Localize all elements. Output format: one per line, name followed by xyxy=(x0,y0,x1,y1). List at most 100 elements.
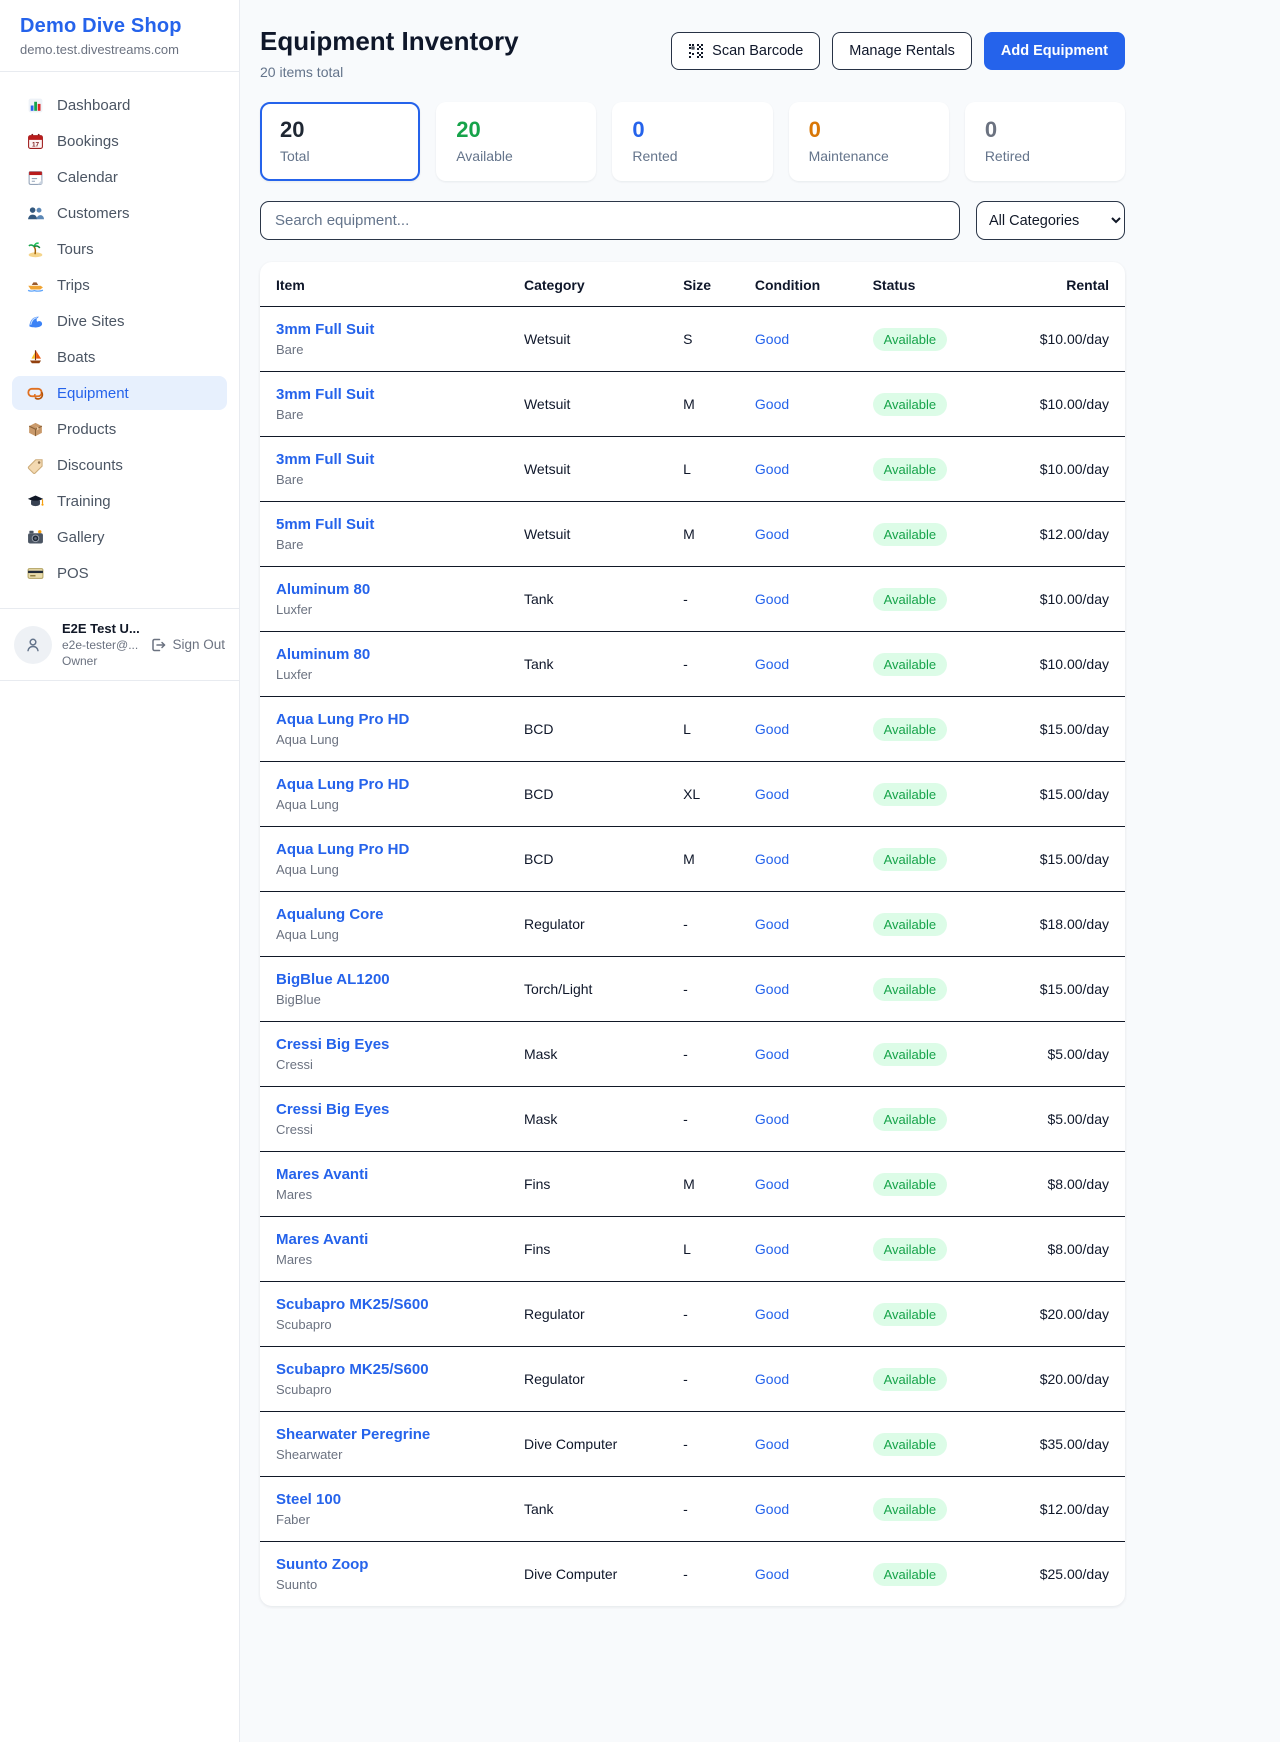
condition-link[interactable]: Good xyxy=(755,396,789,412)
item-name-link[interactable]: Scubapro MK25/S600 xyxy=(276,1361,492,1378)
sidebar-item-gallery[interactable]: Gallery xyxy=(12,520,227,554)
sidebar-item-dashboard[interactable]: Dashboard xyxy=(12,88,227,122)
manage-rentals-button[interactable]: Manage Rentals xyxy=(832,32,972,70)
sidebar: Demo Dive Shop demo.test.divestreams.com… xyxy=(0,0,240,1742)
status-cell: Available xyxy=(857,437,1024,502)
condition-link[interactable]: Good xyxy=(755,916,789,932)
sidebar-nav: Dashboard 17 Bookings Calendar Customers… xyxy=(0,72,239,602)
item-cell: Aluminum 80 Luxfer xyxy=(260,567,508,632)
sidebar-item-pos[interactable]: POS xyxy=(12,556,227,590)
item-name-link[interactable]: Cressi Big Eyes xyxy=(276,1036,492,1053)
item-name-link[interactable]: Mares Avanti xyxy=(276,1231,492,1248)
sidebar-item-customers[interactable]: Customers xyxy=(12,196,227,230)
condition-link[interactable]: Good xyxy=(755,1176,789,1192)
stat-card-retired[interactable]: 0 Retired xyxy=(965,102,1125,181)
condition-link[interactable]: Good xyxy=(755,1046,789,1062)
condition-link[interactable]: Good xyxy=(755,1111,789,1127)
sidebar-item-label: Products xyxy=(57,421,116,438)
sidebar-item-calendar[interactable]: Calendar xyxy=(12,160,227,194)
add-equipment-label: Add Equipment xyxy=(1001,43,1108,59)
size-cell: - xyxy=(667,892,739,957)
category-cell: Regulator xyxy=(508,892,667,957)
item-name-link[interactable]: Scubapro MK25/S600 xyxy=(276,1296,492,1313)
item-name-link[interactable]: Steel 100 xyxy=(276,1491,492,1508)
category-cell: Wetsuit xyxy=(508,372,667,437)
sidebar-item-training[interactable]: Training xyxy=(12,484,227,518)
condition-link[interactable]: Good xyxy=(755,1306,789,1322)
stat-card-rented[interactable]: 0 Rented xyxy=(612,102,772,181)
scan-barcode-button[interactable]: Scan Barcode xyxy=(671,32,820,70)
sidebar-item-boats[interactable]: Boats xyxy=(12,340,227,374)
condition-link[interactable]: Good xyxy=(755,981,789,997)
status-cell: Available xyxy=(857,632,1024,697)
condition-link[interactable]: Good xyxy=(755,786,789,802)
item-name-link[interactable]: Cressi Big Eyes xyxy=(276,1101,492,1118)
item-name-link[interactable]: Aluminum 80 xyxy=(276,581,492,598)
item-name-link[interactable]: 3mm Full Suit xyxy=(276,386,492,403)
condition-link[interactable]: Good xyxy=(755,1566,789,1582)
condition-link[interactable]: Good xyxy=(755,1501,789,1517)
sidebar-item-label: Training xyxy=(57,493,111,510)
sign-out-icon xyxy=(150,637,166,653)
condition-link[interactable]: Good xyxy=(755,1241,789,1257)
condition-link[interactable]: Good xyxy=(755,1436,789,1452)
sidebar-item-tours[interactable]: Tours xyxy=(12,232,227,266)
item-name-link[interactable]: Aqua Lung Pro HD xyxy=(276,841,492,858)
status-badge: Available xyxy=(873,718,948,741)
nav-icon-mask-icon xyxy=(26,384,44,402)
item-name-link[interactable]: 3mm Full Suit xyxy=(276,451,492,468)
sidebar-item-label: Dashboard xyxy=(57,97,130,114)
item-cell: 3mm Full Suit Bare xyxy=(260,372,508,437)
category-cell: BCD xyxy=(508,762,667,827)
category-cell: Dive Computer xyxy=(508,1412,667,1477)
sidebar-item-equipment[interactable]: Equipment xyxy=(12,376,227,410)
rental-cell: $5.00/day xyxy=(1024,1087,1125,1152)
user-name: E2E Test U... xyxy=(62,621,140,636)
condition-link[interactable]: Good xyxy=(755,851,789,867)
condition-link[interactable]: Good xyxy=(755,526,789,542)
stat-card-total[interactable]: 20 Total xyxy=(260,102,420,181)
sidebar-item-label: Gallery xyxy=(57,529,105,546)
condition-link[interactable]: Good xyxy=(755,1371,789,1387)
item-name-link[interactable]: Aqualung Core xyxy=(276,906,492,923)
condition-link[interactable]: Good xyxy=(755,721,789,737)
condition-cell: Good xyxy=(739,1087,857,1152)
sidebar-item-products[interactable]: Products xyxy=(12,412,227,446)
status-badge: Available xyxy=(873,588,948,611)
item-name-link[interactable]: Suunto Zoop xyxy=(276,1556,492,1573)
nav-icon-bookings-icon: 17 xyxy=(26,132,44,150)
condition-cell: Good xyxy=(739,502,857,567)
size-cell: - xyxy=(667,1087,739,1152)
condition-link[interactable]: Good xyxy=(755,331,789,347)
stat-card-available[interactable]: 20 Available xyxy=(436,102,596,181)
item-name-link[interactable]: Aqua Lung Pro HD xyxy=(276,711,492,728)
item-name-link[interactable]: Aluminum 80 xyxy=(276,646,492,663)
size-cell: - xyxy=(667,957,739,1022)
category-select[interactable]: All Categories xyxy=(976,201,1125,240)
condition-link[interactable]: Good xyxy=(755,591,789,607)
sidebar-item-discounts[interactable]: Discounts xyxy=(12,448,227,482)
sidebar-item-dive-sites[interactable]: Dive Sites xyxy=(12,304,227,338)
item-name-link[interactable]: Mares Avanti xyxy=(276,1166,492,1183)
sidebar-item-trips[interactable]: Trips xyxy=(12,268,227,302)
item-name-link[interactable]: BigBlue AL1200 xyxy=(276,971,492,988)
stat-value: 20 xyxy=(280,117,400,143)
stat-card-maintenance[interactable]: 0 Maintenance xyxy=(789,102,949,181)
item-brand: Mares xyxy=(276,1252,492,1267)
search-input[interactable] xyxy=(260,201,960,240)
add-equipment-button[interactable]: Add Equipment xyxy=(984,32,1125,70)
status-badge: Available xyxy=(873,1563,948,1586)
condition-link[interactable]: Good xyxy=(755,656,789,672)
item-cell: Steel 100 Faber xyxy=(260,1477,508,1542)
status-badge: Available xyxy=(873,458,948,481)
condition-link[interactable]: Good xyxy=(755,461,789,477)
sign-out-button[interactable]: Sign Out xyxy=(150,637,225,653)
item-name-link[interactable]: 3mm Full Suit xyxy=(276,321,492,338)
rental-cell: $15.00/day xyxy=(1024,697,1125,762)
table-row: Suunto Zoop Suunto Dive Computer - Good … xyxy=(260,1542,1125,1607)
item-name-link[interactable]: 5mm Full Suit xyxy=(276,516,492,533)
sidebar-item-bookings[interactable]: 17 Bookings xyxy=(12,124,227,158)
table-row: Cressi Big Eyes Cressi Mask - Good Avail… xyxy=(260,1022,1125,1087)
item-name-link[interactable]: Aqua Lung Pro HD xyxy=(276,776,492,793)
item-name-link[interactable]: Shearwater Peregrine xyxy=(276,1426,492,1443)
